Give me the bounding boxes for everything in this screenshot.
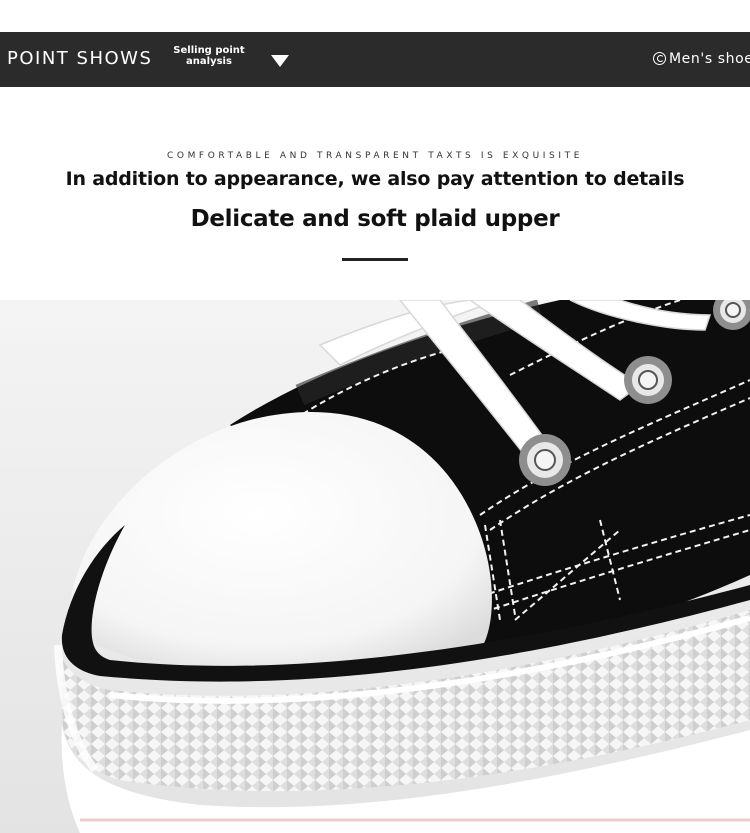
selling-point-label: Selling point analysis <box>166 45 252 67</box>
top-navigation-bar: POINT SHOWS Selling point analysis Men's… <box>0 32 750 87</box>
section-title: POINT SHOWS <box>7 48 153 69</box>
category-text: Men's shoe <box>669 51 750 67</box>
selling-point-line1: Selling point <box>173 45 245 56</box>
sneaker-illustration <box>0 300 750 833</box>
eyebrow-text: COMFORTABLE AND TRANSPARENT TAXTS IS EXQ… <box>167 151 583 161</box>
selling-point-line2: analysis <box>186 56 232 67</box>
chevron-down-icon[interactable] <box>271 55 289 67</box>
headline: In addition to appearance, we also pay a… <box>65 168 685 190</box>
product-photo <box>0 300 750 833</box>
divider-line <box>342 258 408 261</box>
subheadline: Delicate and soft plaid upper <box>190 206 560 232</box>
category-label: Men's shoe <box>653 51 750 67</box>
copyright-icon <box>653 52 666 65</box>
